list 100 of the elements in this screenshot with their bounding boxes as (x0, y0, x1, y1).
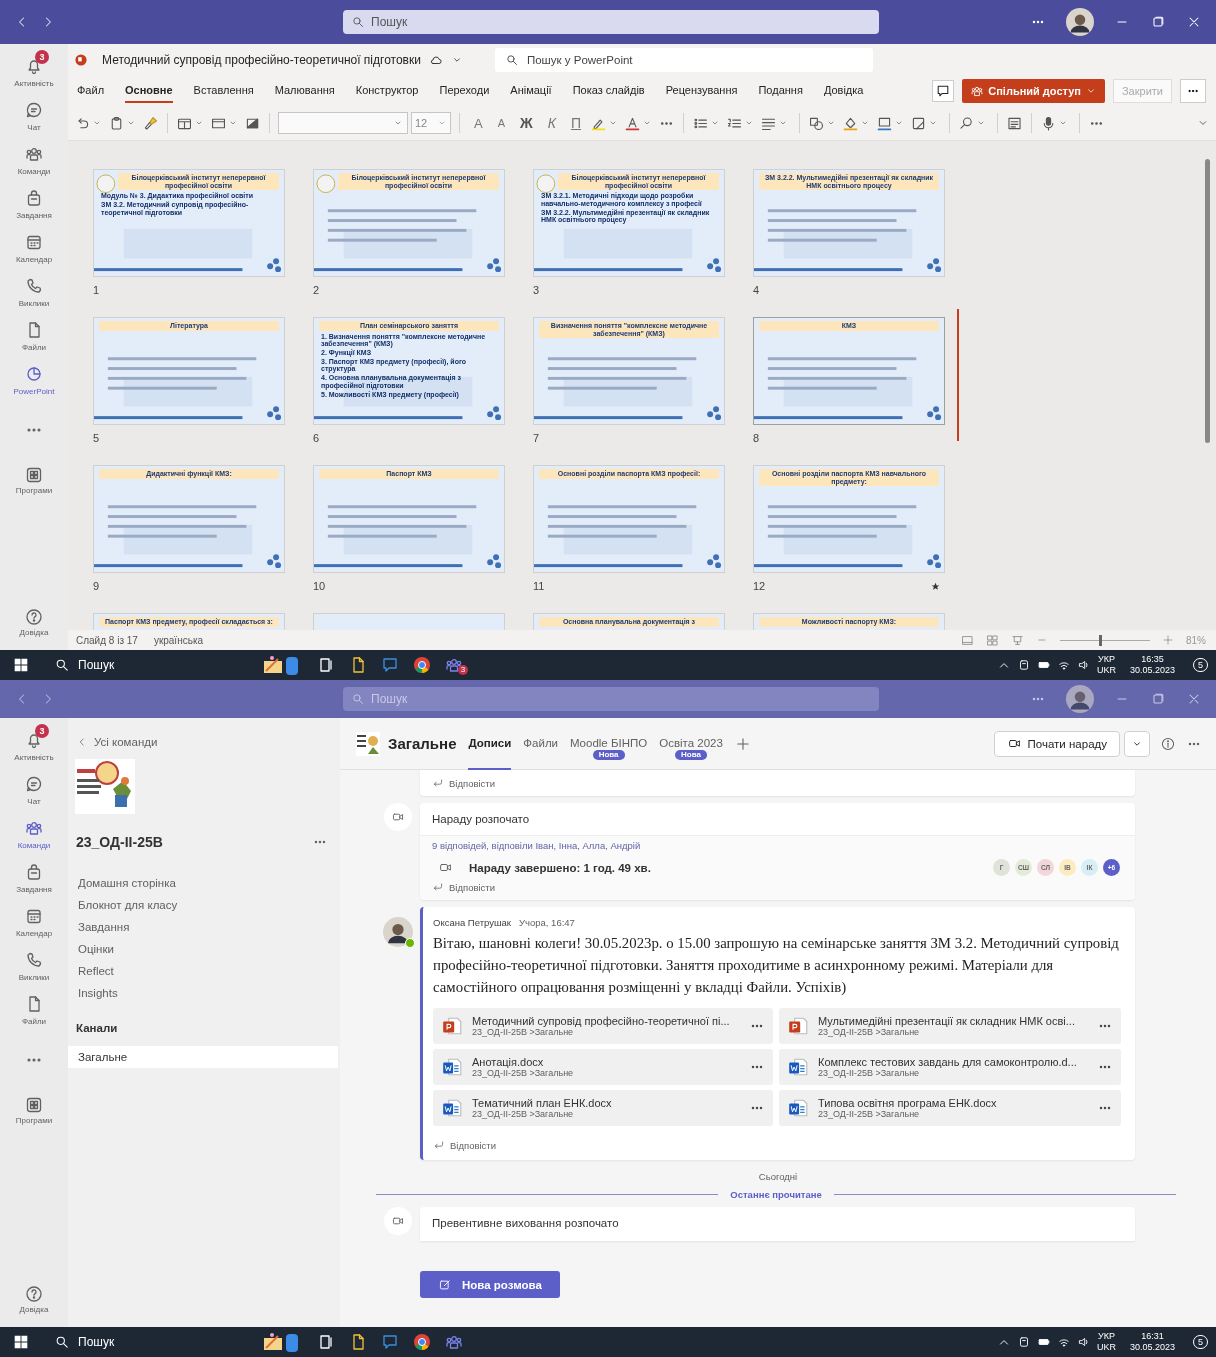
rail-tab[interactable]: Виклики (2, 944, 66, 988)
search-field[interactable]: Пошук (54, 657, 174, 673)
ribbon-tab[interactable]: Переходи (439, 79, 490, 103)
font-size-field[interactable]: 12 (411, 112, 451, 134)
clock-date[interactable]: 30.05.2023 (1129, 665, 1175, 676)
shrink-font-button[interactable]: A (491, 117, 511, 129)
rail-tab[interactable]: Довідка (2, 1277, 66, 1321)
rail-tab[interactable]: Файли (2, 314, 66, 358)
file-attachment[interactable]: Анотація.docx 23_ОД-ІІ-25В >Загальне (433, 1049, 773, 1085)
rail-tab[interactable]: Чат (2, 94, 66, 138)
ribbon-tab[interactable]: Подання (758, 79, 803, 103)
rail-tab[interactable]: Виклики (2, 270, 66, 314)
file-name[interactable]: Комплекс тестових завдань для самоконтролю.d... (818, 1056, 1088, 1068)
ribbon-tab[interactable]: Анімації (510, 79, 552, 103)
volume-icon[interactable] (1076, 1335, 1091, 1349)
nav-item[interactable]: Оцінки (78, 938, 340, 960)
browser-icon[interactable] (412, 655, 432, 675)
channel-item[interactable]: Загальне (68, 1046, 338, 1068)
file-name[interactable]: Мультимедійні презентації як складник НМК осві... (818, 1015, 1088, 1027)
rail-tab[interactable]: Програми (2, 1088, 66, 1132)
rail-tab[interactable]: 3 Активність (2, 50, 66, 94)
file-name[interactable]: Анотація.docx (472, 1056, 740, 1068)
file-attachment[interactable]: Методичний супровід професійно-теоретичної пі... 23_ОД-ІІ-25В >Загальне (433, 1008, 773, 1044)
underline-button[interactable]: П (564, 115, 587, 131)
clock-time[interactable]: 16:31 (1141, 1331, 1164, 1342)
clock-date[interactable]: 30.05.2023 (1129, 1342, 1175, 1353)
rail-tab[interactable]: Команди (2, 138, 66, 182)
comment-icon[interactable] (932, 80, 955, 102)
grow-font-button[interactable]: A (468, 115, 489, 131)
slider-thumb[interactable] (1099, 634, 1103, 646)
ribbon-tab[interactable]: Довідка (823, 79, 864, 103)
rail-tab[interactable]: Довідка (2, 600, 66, 644)
rail-tab[interactable]: PowerPoint (2, 358, 66, 402)
rail-tab[interactable]: Завдання (2, 182, 66, 226)
nav-item[interactable]: Insights (78, 982, 340, 1004)
ribbon-tab[interactable]: Файл (77, 79, 105, 103)
reply-link[interactable]: Відповісти (420, 880, 1135, 894)
language-code[interactable]: УКР (1097, 1331, 1115, 1342)
search-field[interactable]: Пошук у PowerPoint (494, 48, 873, 72)
rail-tab[interactable]: Файли (2, 988, 66, 1032)
team-name[interactable]: 23_ОД-ІІ-25В (76, 834, 163, 850)
back-link[interactable]: Усі команди (76, 735, 340, 749)
channel-tab[interactable]: Moodle БІНПО Нова (570, 717, 648, 770)
ribbon-tab[interactable]: Малювання (274, 79, 335, 103)
rail-tab[interactable]: Команди (2, 812, 66, 856)
reply-link[interactable]: Відповісти (420, 776, 1135, 790)
font-field[interactable] (278, 112, 408, 134)
windows-icon[interactable] (12, 656, 30, 674)
meet-button[interactable]: Почати нараду (993, 730, 1120, 757)
document-title[interactable]: Методичний супровід професійно-теоретичної підготовки (102, 53, 421, 67)
reply-link[interactable]: Відповісти (433, 1138, 1123, 1152)
file-name[interactable]: Типова освітня програма ЕНК.docx (818, 1097, 1088, 1109)
share-button[interactable]: Спільний доступ (962, 79, 1105, 103)
avatar[interactable] (1066, 8, 1094, 36)
brush-icon[interactable] (142, 114, 159, 132)
file-name[interactable]: Методичний супровід професійно-теоретичної пі... (472, 1015, 740, 1027)
ribbon-tab[interactable]: Основне (125, 79, 173, 103)
slide-thumbnail[interactable] (533, 169, 725, 277)
rail-tab[interactable]: Програми (2, 458, 66, 502)
cloud-icon[interactable] (428, 53, 443, 67)
nav-item[interactable]: Завдання (78, 916, 340, 938)
file-attachment[interactable]: Типова освітня програма ЕНК.docx 23_ОД-ІІ-25В >Загальне (779, 1090, 1121, 1126)
search-field[interactable]: Пошук (343, 10, 879, 34)
slide-thumbnail[interactable] (313, 317, 505, 425)
new-conversation-button[interactable]: Нова розмова (420, 1271, 560, 1298)
ribbon-tab[interactable]: Вставлення (193, 79, 254, 103)
scrollbar[interactable] (1205, 159, 1210, 443)
bold-button[interactable]: Ж (514, 115, 539, 131)
rail-tab[interactable]: Чат (2, 768, 66, 812)
channel-tab[interactable]: Освіта 2023 Нова (659, 717, 723, 770)
avatar[interactable] (383, 917, 413, 947)
layout-code[interactable]: UKR (1096, 1342, 1116, 1353)
italic-button[interactable]: К (541, 115, 562, 131)
channel-tab[interactable]: Файли (523, 717, 559, 770)
restore-icon[interactable] (1150, 14, 1166, 30)
ribbon-tab[interactable]: Рецензування (665, 79, 738, 103)
replies-link[interactable]: 9 відповідей, відповіли Іван, Інна, Алла, Андрій (420, 840, 1135, 851)
file-name[interactable]: Тематичний план ЕНК.docx (472, 1097, 740, 1109)
ribbon-tab[interactable]: Показ слайдів (572, 79, 645, 103)
author-name[interactable]: Оксана Петрушак (433, 917, 511, 928)
volume-icon[interactable] (1076, 658, 1091, 672)
rail-tab[interactable]: Календар (2, 226, 66, 270)
presenter-icon[interactable] (1011, 633, 1024, 647)
clock-time[interactable]: 16:35 (1141, 654, 1164, 665)
file-attachment[interactable]: Мультимедійні презентації як складник НМК осві... 23_ОД-ІІ-25В >Загальне (779, 1008, 1121, 1044)
rail-tab[interactable]: 3 Активність (2, 724, 66, 768)
file-attachment[interactable]: Тематичний план ЕНК.docx 23_ОД-ІІ-25В >Загальне (433, 1090, 773, 1126)
nav-item[interactable]: Reflect (78, 960, 340, 982)
rail-tab[interactable]: Календар (2, 900, 66, 944)
nav-item[interactable]: Домашня сторінка (78, 872, 340, 894)
language-label[interactable]: українська (153, 634, 204, 646)
file-attachment[interactable]: Комплекс тестових завдань для самоконтролю.d... 23_ОД-ІІ-25В >Загальне (779, 1049, 1121, 1085)
find-icon[interactable] (958, 114, 975, 132)
rail-tab[interactable]: Завдання (2, 856, 66, 900)
nav-item[interactable]: Блокнот для класу (78, 894, 340, 916)
info-icon[interactable] (1160, 735, 1176, 752)
layout-code[interactable]: UKR (1096, 665, 1116, 676)
windows-icon[interactable] (12, 1333, 30, 1351)
search-field[interactable]: Пошук (54, 1334, 174, 1350)
ribbon-tab[interactable]: Конструктор (355, 79, 419, 103)
